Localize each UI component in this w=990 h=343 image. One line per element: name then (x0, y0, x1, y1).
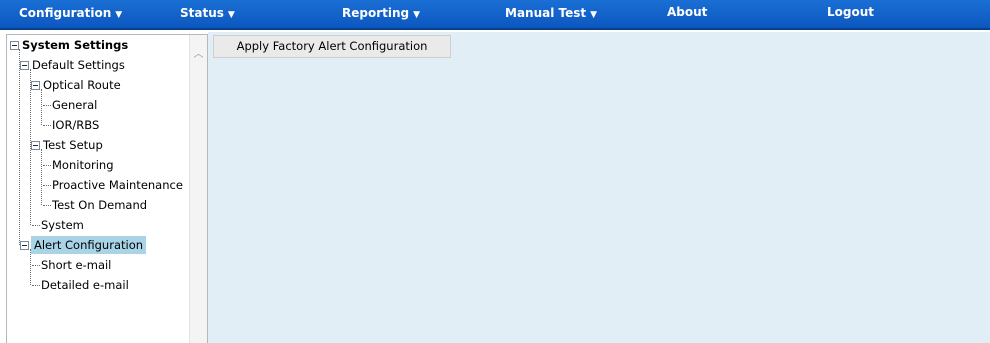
collapse-toggle-icon[interactable] (31, 141, 40, 150)
nav-manual-test[interactable]: Manual Test ▼ (505, 6, 597, 26)
tree-connector (19, 49, 20, 245)
tree-connector (30, 249, 31, 285)
chevron-down-icon: ▼ (413, 10, 421, 20)
tree-node-short-email[interactable]: Short e-mail (41, 256, 111, 274)
apply-factory-alert-configuration-button[interactable]: Apply Factory Alert Configuration (213, 35, 451, 58)
tree-connector (43, 185, 51, 186)
tree-node-alert-configuration[interactable]: Alert Configuration (31, 236, 147, 254)
main-content-area: Apply Factory Alert Configuration (208, 32, 990, 343)
tree-node-general[interactable]: General (52, 96, 97, 114)
top-nav-bar: Configuration ▼ Status ▼ Reporting ▼ Manual… (0, 0, 990, 30)
scroll-up-arrow-icon[interactable]: ︿ (193, 50, 204, 60)
tree-node-optical-route[interactable]: Optical Route (43, 76, 121, 94)
tree-node-monitoring[interactable]: Monitoring (52, 156, 114, 174)
nav-manual-test-label: Manual Test (505, 6, 587, 20)
tree-connector (43, 165, 51, 166)
nav-logout[interactable]: Logout (827, 5, 874, 25)
nav-reporting-label: Reporting (342, 6, 410, 20)
nav-status-label: Status (180, 6, 224, 20)
tree-scrollbar[interactable]: ︿ (189, 35, 207, 343)
chevron-down-icon: ▼ (227, 10, 235, 20)
nav-configuration-label: Configuration (19, 6, 112, 20)
nav-about-label: About (667, 5, 708, 19)
tree-connector (32, 285, 40, 286)
tree-node-default-settings[interactable]: Default Settings (32, 56, 125, 74)
chevron-down-icon: ▼ (590, 10, 598, 20)
tree-connector (43, 125, 51, 126)
tree-node-system-settings[interactable]: System Settings (22, 36, 128, 54)
tree-connector (41, 149, 42, 205)
tree-connector (32, 225, 40, 226)
nav-logout-label: Logout (827, 5, 875, 19)
settings-tree-panel: System Settings Default Settings Optical… (6, 34, 208, 343)
tree-connector (41, 89, 42, 125)
collapse-toggle-icon[interactable] (20, 241, 29, 250)
tree-node-proactive-maintenance[interactable]: Proactive Maintenance (52, 176, 183, 194)
nav-configuration[interactable]: Configuration ▼ (19, 6, 122, 26)
nav-status[interactable]: Status ▼ (180, 6, 235, 26)
tree-node-detailed-email[interactable]: Detailed e-mail (41, 276, 129, 294)
chevron-down-icon: ▼ (115, 10, 123, 20)
tree-node-test-setup[interactable]: Test Setup (43, 136, 103, 154)
collapse-toggle-icon[interactable] (10, 41, 19, 50)
tree-node-system[interactable]: System (41, 216, 84, 234)
collapse-toggle-icon[interactable] (31, 81, 40, 90)
nav-about[interactable]: About (667, 5, 707, 25)
nav-reporting[interactable]: Reporting ▼ (342, 6, 420, 26)
tree-node-test-on-demand[interactable]: Test On Demand (52, 196, 147, 214)
tree-connector (43, 105, 51, 106)
tree-node-ior-rbs[interactable]: IOR/RBS (52, 116, 99, 134)
tree-connector (43, 205, 51, 206)
collapse-toggle-icon[interactable] (20, 61, 29, 70)
tree-connector (32, 265, 40, 266)
